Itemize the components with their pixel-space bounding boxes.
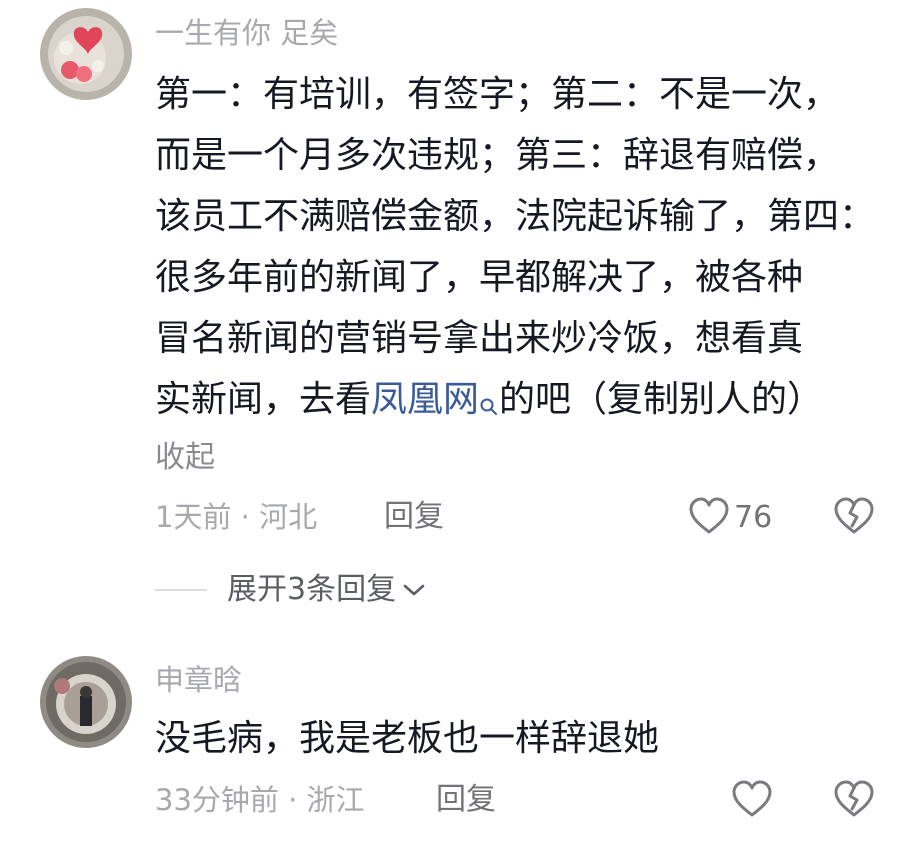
heart-outline-icon bbox=[688, 496, 730, 540]
like-count: 76 bbox=[734, 500, 773, 535]
expand-replies-label: 展开3条回复 bbox=[227, 572, 397, 607]
dislike-button[interactable] bbox=[833, 779, 875, 823]
avatar[interactable] bbox=[40, 656, 132, 748]
comment-2: 申章晗 没毛病，我是老板也一样辞退她 33分钟前 · 浙江 回复 bbox=[0, 640, 922, 851]
content-line: 而是一个月多次违规；第三：辞退有赔偿， bbox=[155, 135, 840, 176]
content-line: 第一：有培训，有签字；第二：不是一次， bbox=[155, 74, 840, 115]
comment-content: 没毛病，我是老板也一样辞退她 bbox=[155, 718, 660, 759]
content-line: 冒名新闻的营销号拿出来炒冷饭，想看真 bbox=[155, 318, 804, 359]
heart-outline-icon bbox=[731, 779, 773, 823]
avatar[interactable] bbox=[40, 8, 132, 100]
keyword-link[interactable]: 凤凰网 bbox=[371, 379, 479, 420]
content-text: 的吧（复制别人的） bbox=[499, 379, 824, 420]
comment-meta: 1天前 · 河北 bbox=[155, 500, 318, 534]
like-button[interactable]: 76 bbox=[688, 496, 772, 540]
comment-1: 一生有你 足矣 第一：有培训，有签字；第二：不是一次， 而是一个月多次违规；第三… bbox=[0, 0, 922, 630]
search-icon[interactable] bbox=[479, 375, 499, 436]
collapse-button[interactable]: 收起 bbox=[155, 440, 215, 476]
reply-button[interactable]: 回复 bbox=[436, 782, 496, 818]
comment-content: 第一：有培训，有签字；第二：不是一次， 而是一个月多次违规；第三：辞退有赔偿， … bbox=[155, 64, 890, 436]
content-line-last: 实新闻，去看凤凰网 的吧（复制别人的） bbox=[155, 369, 890, 436]
comment-meta: 33分钟前 · 浙江 bbox=[155, 783, 365, 817]
like-button[interactable] bbox=[731, 779, 773, 823]
dislike-button[interactable] bbox=[833, 496, 875, 540]
content-text: 实新闻，去看 bbox=[155, 379, 372, 420]
avatar-image bbox=[40, 656, 132, 748]
content-line: 很多年前的新闻了，早都解决了，被各种 bbox=[155, 257, 804, 298]
divider bbox=[155, 589, 207, 591]
content-line: 该员工不满赔偿金额，法院起诉输了，第四： bbox=[155, 196, 876, 237]
username[interactable]: 一生有你 足矣 bbox=[155, 15, 338, 51]
broken-heart-icon bbox=[833, 497, 875, 540]
expand-replies-button[interactable]: 展开3条回复 bbox=[155, 572, 426, 608]
broken-heart-icon bbox=[833, 780, 875, 823]
reply-button[interactable]: 回复 bbox=[384, 499, 444, 535]
username[interactable]: 申章晗 bbox=[155, 662, 242, 698]
chevron-down-icon bbox=[402, 582, 426, 598]
avatar-image bbox=[40, 8, 132, 100]
